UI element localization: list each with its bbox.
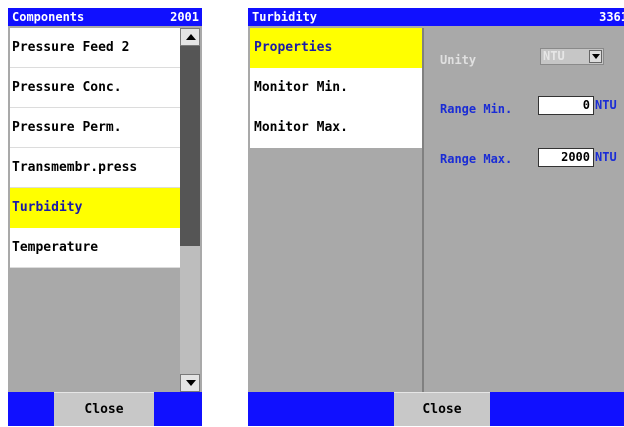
arrow-up-icon — [186, 34, 196, 40]
list-item-transmembr-press[interactable]: Transmembr.press — [10, 148, 180, 188]
list-item-turbidity[interactable]: Turbidity — [10, 188, 180, 228]
detail-title: Turbidity — [252, 10, 318, 24]
range-min-unit: NTU — [595, 98, 617, 112]
components-number: 2001 — [170, 10, 199, 24]
components-panel: Components 2001 Pressure Feed 2 Pressure… — [8, 8, 202, 426]
dropdown-arrow-icon — [592, 54, 600, 59]
scroll-thumb[interactable] — [180, 46, 200, 246]
nav-item-monitor-max[interactable]: Monitor Max. — [250, 108, 422, 148]
detail-close-button[interactable]: Close — [394, 392, 490, 426]
range-max-unit: NTU — [595, 150, 617, 164]
list-item-pressure-feed-2[interactable]: Pressure Feed 2 — [10, 28, 180, 68]
nav-divider — [422, 28, 424, 392]
arrow-down-icon — [186, 380, 196, 386]
detail-nav: Properties Monitor Min. Monitor Max. — [250, 28, 422, 148]
scroll-down-button[interactable] — [180, 374, 200, 392]
components-close-button[interactable]: Close — [54, 392, 154, 426]
list-item-temperature[interactable]: Temperature — [10, 228, 180, 268]
range-max-input[interactable]: 2000 — [538, 148, 594, 167]
detail-panel: Turbidity 3361 Properties Monitor Min. M… — [248, 8, 624, 426]
detail-footer: Close — [248, 392, 624, 426]
unity-value: NTU — [543, 49, 565, 63]
components-titlebar: Components 2001 — [8, 8, 202, 26]
components-footer: Close — [8, 392, 202, 426]
detail-titlebar: Turbidity 3361 — [248, 8, 624, 26]
range-min-label: Range Min. — [440, 102, 513, 116]
scroll-up-button[interactable] — [180, 28, 200, 46]
list-item-pressure-perm[interactable]: Pressure Perm. — [10, 108, 180, 148]
nav-item-monitor-min[interactable]: Monitor Min. — [250, 68, 422, 108]
unity-label: Unity — [440, 53, 477, 67]
unity-select[interactable]: NTU — [540, 48, 604, 65]
unity-dropdown-button[interactable] — [589, 50, 602, 63]
components-scrollbar[interactable] — [180, 28, 200, 392]
range-max-label: Range Max. — [440, 152, 513, 166]
range-min-input[interactable]: 0 — [538, 96, 594, 115]
nav-item-properties[interactable]: Properties — [250, 28, 422, 68]
list-item-pressure-conc[interactable]: Pressure Conc. — [10, 68, 180, 108]
detail-number: 3361 — [599, 10, 624, 24]
components-title: Components — [12, 10, 85, 24]
components-list: Pressure Feed 2 Pressure Conc. Pressure … — [10, 28, 180, 268]
